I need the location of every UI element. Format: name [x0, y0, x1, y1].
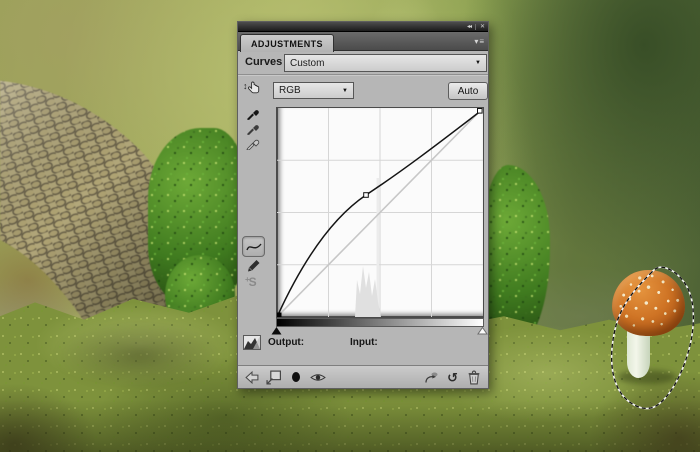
panel-menu-arrow: ▾ — [474, 37, 478, 46]
histogram-icon — [243, 335, 261, 350]
channel-dropdown-value: RGB — [279, 85, 301, 96]
titlebar-divider — [475, 24, 476, 30]
clip-to-layer-icon[interactable] — [266, 370, 282, 385]
curve-point-mid[interactable] — [364, 193, 369, 198]
auto-button[interactable]: Auto — [448, 82, 488, 100]
panel-titlebar: ◂◂ ✕ — [238, 22, 488, 32]
gray-point-eyedropper-icon[interactable] — [246, 121, 261, 135]
curve-editor[interactable] — [276, 107, 484, 318]
tab-adjustments-label: ADJUSTMENTS — [251, 39, 323, 49]
channel-row: ↕ RGB ▼ Auto — [238, 75, 488, 106]
panel-footer-bar: ↺ — [238, 365, 488, 388]
curve-point-black-selected[interactable] — [277, 313, 282, 318]
smooth-curve-icon[interactable]: +S — [245, 275, 257, 289]
input-gradient-bar — [276, 318, 484, 327]
chevron-down-icon: ▼ — [475, 60, 481, 66]
document-canvas[interactable]: ◂◂ ✕ ADJUSTMENTS ▾≡ Curves Custom ▼ ↕ — [0, 0, 700, 452]
chevron-down-icon: ▼ — [342, 88, 348, 94]
pencil-tool-icon[interactable] — [246, 258, 261, 273]
smooth-s: S — [249, 275, 257, 289]
view-previous-state-icon[interactable] — [423, 370, 439, 385]
panel-menu-icon[interactable]: ▾≡ — [474, 37, 484, 46]
tool-column: +S — [238, 106, 276, 318]
channel-dropdown[interactable]: RGB ▼ — [273, 82, 354, 99]
curve-plot — [277, 108, 483, 317]
panel-tab-row: ADJUSTMENTS ▾≡ — [238, 32, 488, 51]
tab-adjustments[interactable]: ADJUSTMENTS — [240, 34, 334, 52]
preset-dropdown[interactable]: Custom ▼ — [284, 54, 487, 72]
preset-dropdown-value: Custom — [290, 58, 324, 69]
output-label: Output: — [268, 337, 304, 348]
delete-adjustment-trash-icon[interactable] — [466, 370, 482, 385]
adjustments-panel: ◂◂ ✕ ADJUSTMENTS ▾≡ Curves Custom ▼ ↕ — [237, 21, 489, 389]
reset-adjustment-icon[interactable]: ↺ — [447, 371, 458, 384]
visibility-eye-icon[interactable] — [310, 370, 326, 385]
white-point-eyedropper-icon[interactable] — [246, 136, 261, 150]
return-to-adjustment-list-icon[interactable] — [244, 370, 260, 385]
input-label: Input: — [350, 337, 378, 348]
curve-icon — [246, 241, 262, 253]
pointer-hand-icon — [248, 81, 261, 96]
edit-points-tool-selected[interactable] — [242, 236, 265, 257]
panel-menu-lines: ≡ — [479, 37, 484, 46]
black-point-eyedropper-icon[interactable] — [246, 106, 261, 120]
preset-row: Curves Custom ▼ — [238, 51, 488, 75]
close-panel-icon[interactable]: ✕ — [480, 24, 484, 30]
io-row: Output: Input: — [238, 334, 488, 354]
auto-button-label: Auto — [458, 86, 479, 97]
curves-title: Curves — [245, 56, 282, 68]
clip-indicator-icon[interactable] — [288, 370, 304, 385]
collapse-to-icons-icon[interactable]: ◂◂ — [467, 24, 471, 30]
targeted-adjustment-tool-icon[interactable]: ↕ — [243, 81, 267, 101]
curve-point-white[interactable] — [478, 109, 483, 114]
